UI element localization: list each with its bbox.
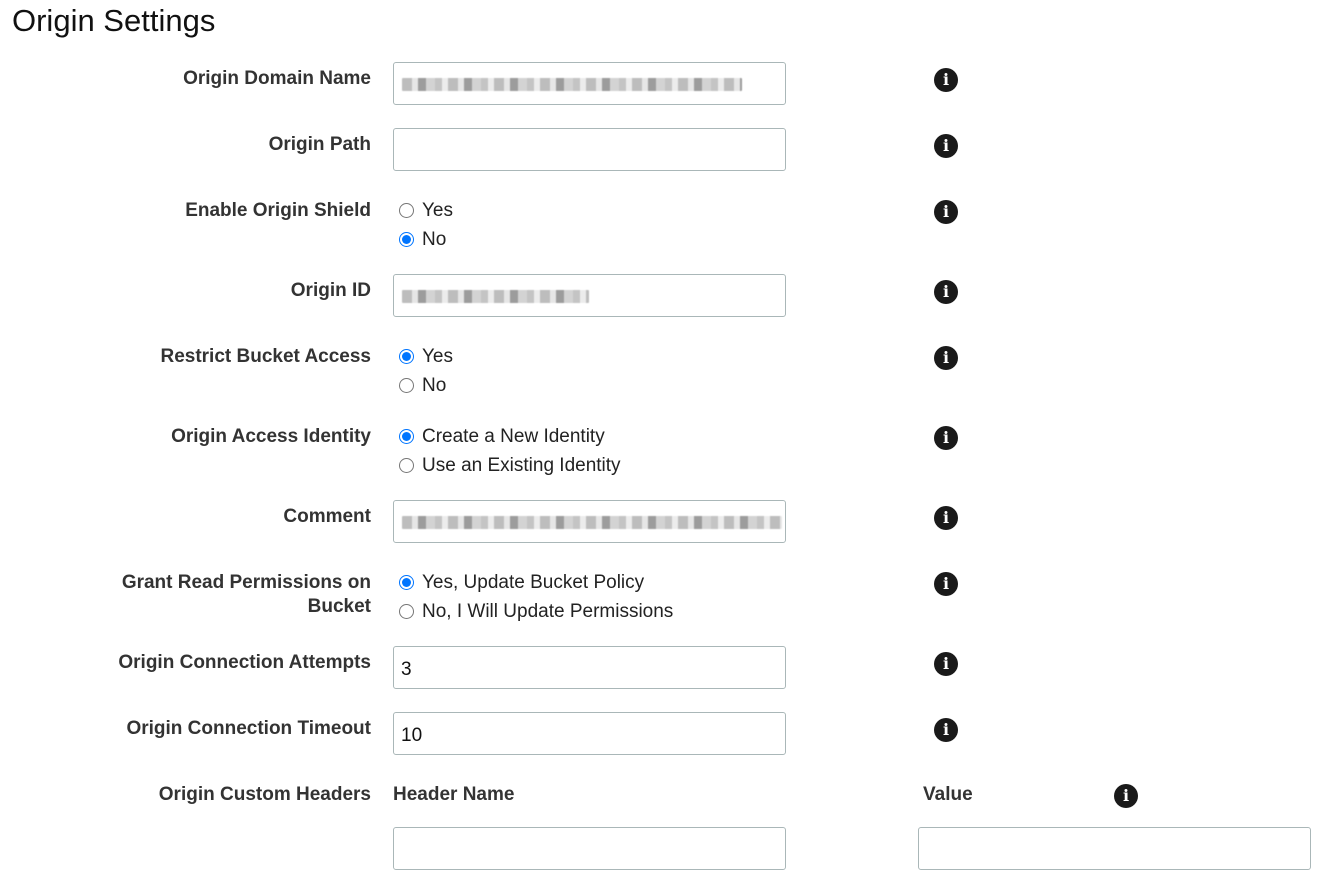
info-icon[interactable]: i: [934, 280, 958, 304]
comment-label: Comment: [283, 506, 371, 527]
use-existing-identity-option[interactable]: Use an Existing Identity: [399, 451, 621, 480]
info-icon[interactable]: i: [934, 652, 958, 676]
origin-id-input[interactable]: [393, 274, 786, 317]
radio-button[interactable]: [399, 203, 414, 218]
info-icon[interactable]: i: [1114, 784, 1138, 808]
connection-timeout-input[interactable]: [393, 712, 786, 755]
info-icon[interactable]: i: [934, 426, 958, 450]
redacted-value: [402, 516, 782, 529]
header-name-column-label: Header Name: [393, 784, 515, 805]
enable-origin-shield-label: Enable Origin Shield: [185, 200, 371, 221]
info-icon[interactable]: i: [934, 200, 958, 224]
info-icon[interactable]: i: [934, 506, 958, 530]
custom-headers-label: Origin Custom Headers: [158, 784, 371, 805]
connection-attempts-label: Origin Connection Attempts: [118, 652, 371, 673]
restrict-bucket-access-label: Restrict Bucket Access: [160, 346, 371, 367]
radio-button[interactable]: [399, 378, 414, 393]
info-icon[interactable]: i: [934, 68, 958, 92]
value-column-label: Value: [923, 784, 973, 805]
origin-id-label: Origin ID: [290, 280, 371, 301]
create-new-identity-option[interactable]: Create a New Identity: [399, 422, 621, 451]
connection-attempts-input[interactable]: [393, 646, 786, 689]
origin-path-input[interactable]: [393, 128, 786, 171]
restrict-bucket-radio-group: Yes No: [399, 342, 453, 400]
header-value-input[interactable]: [918, 827, 1311, 870]
update-permissions-myself-option[interactable]: No, I Will Update Permissions: [399, 597, 673, 626]
info-icon[interactable]: i: [934, 572, 958, 596]
option-label: Yes: [422, 345, 453, 367]
origin-shield-radio-group: Yes No: [399, 196, 453, 254]
update-bucket-policy-option[interactable]: Yes, Update Bucket Policy: [399, 568, 673, 597]
page-title: Origin Settings: [12, 3, 216, 38]
option-label: Use an Existing Identity: [422, 454, 621, 476]
option-label: No: [422, 228, 447, 250]
origin-path-label: Origin Path: [268, 134, 371, 155]
origin-shield-no-option[interactable]: No: [399, 225, 453, 254]
label-line: Grant Read Permissions on: [121, 572, 371, 593]
option-label: No, I Will Update Permissions: [422, 600, 674, 622]
origin-domain-name-label: Origin Domain Name: [183, 68, 371, 89]
grant-read-permissions-label: Grant Read Permissions on Bucket: [60, 571, 371, 619]
restrict-bucket-no-option[interactable]: No: [399, 371, 453, 400]
header-name-input[interactable]: [393, 827, 786, 870]
radio-button[interactable]: [399, 349, 414, 364]
origin-domain-name-input[interactable]: [393, 62, 786, 105]
info-icon[interactable]: i: [934, 718, 958, 742]
label-line: Bucket: [307, 596, 371, 617]
comment-input[interactable]: [393, 500, 786, 543]
radio-button[interactable]: [399, 575, 414, 590]
restrict-bucket-yes-option[interactable]: Yes: [399, 342, 453, 371]
info-icon[interactable]: i: [934, 134, 958, 158]
option-label: Create a New Identity: [422, 425, 605, 447]
option-label: No: [422, 374, 447, 396]
info-icon[interactable]: i: [934, 346, 958, 370]
radio-button[interactable]: [399, 232, 414, 247]
redacted-value: [402, 78, 742, 91]
radio-button[interactable]: [399, 458, 414, 473]
radio-button[interactable]: [399, 429, 414, 444]
origin-access-identity-label: Origin Access Identity: [171, 426, 371, 447]
connection-timeout-label: Origin Connection Timeout: [126, 718, 371, 739]
option-label: Yes: [422, 199, 453, 221]
origin-shield-yes-option[interactable]: Yes: [399, 196, 453, 225]
redacted-value: [402, 290, 589, 303]
option-label: Yes, Update Bucket Policy: [422, 571, 645, 593]
grant-read-radio-group: Yes, Update Bucket Policy No, I Will Upd…: [399, 568, 673, 626]
radio-button[interactable]: [399, 604, 414, 619]
origin-access-identity-radio-group: Create a New Identity Use an Existing Id…: [399, 422, 621, 480]
